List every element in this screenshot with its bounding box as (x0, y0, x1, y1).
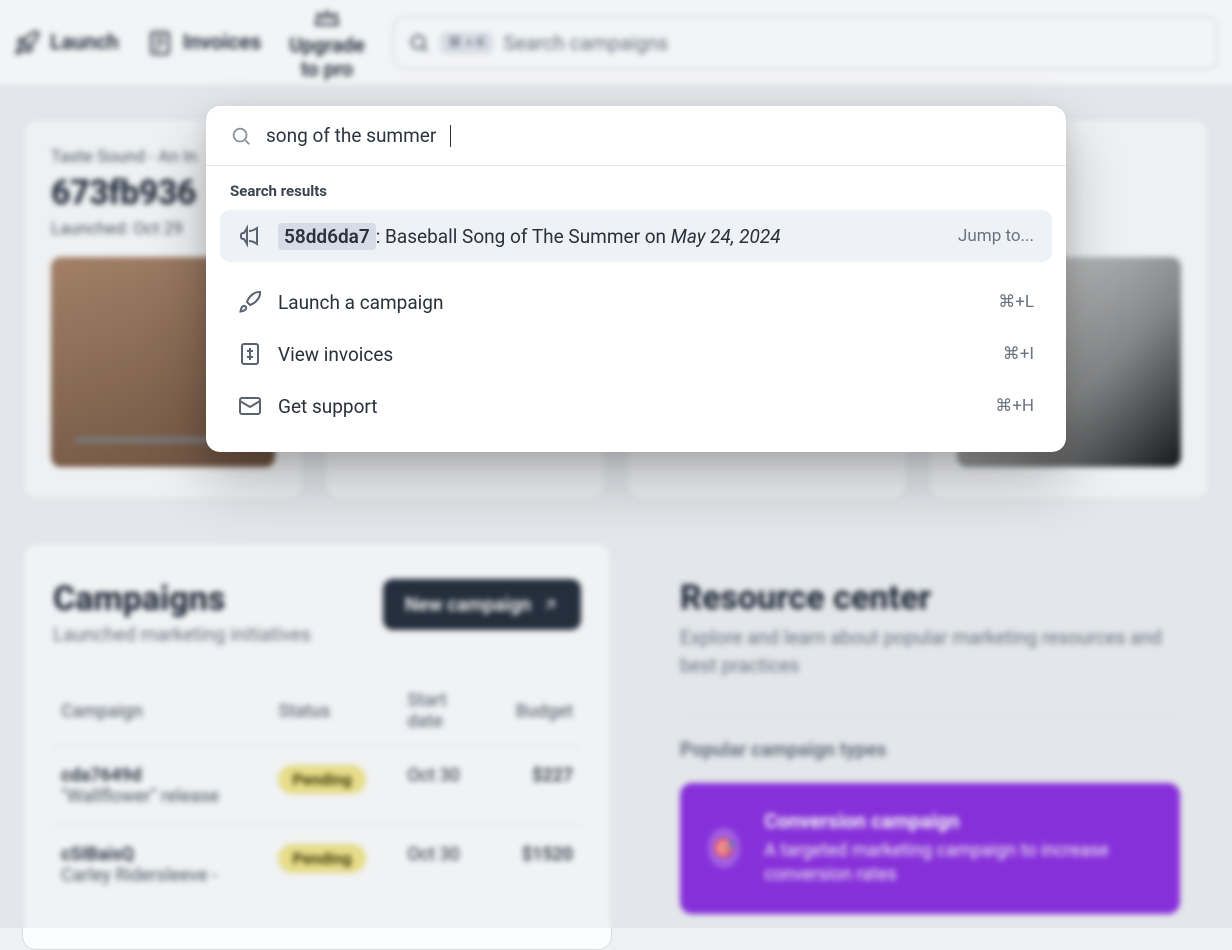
search-icon (230, 125, 252, 147)
palette-search-row[interactable]: song of the summer (206, 106, 1066, 166)
palette-query: song of the summer (266, 124, 436, 147)
rocket-icon (238, 290, 262, 314)
invoice-icon (238, 342, 262, 366)
result-code: 58dd6da7 (278, 223, 376, 250)
action-view-invoices[interactable]: View invoices ⌘+I (220, 328, 1052, 380)
megaphone-icon (238, 224, 262, 248)
action-shortcut: ⌘+L (998, 292, 1034, 312)
action-shortcut: ⌘+I (1003, 344, 1034, 364)
action-label: View invoices (278, 343, 393, 366)
action-label: Get support (278, 395, 378, 418)
search-result[interactable]: 58dd6da7: Baseball Song of The Summer on… (220, 210, 1052, 262)
action-label: Launch a campaign (278, 291, 443, 314)
results-heading: Search results (220, 182, 1052, 210)
command-palette: song of the summer Search results 58dd6d… (206, 106, 1066, 452)
mail-icon (238, 394, 262, 418)
action-launch-campaign[interactable]: Launch a campaign ⌘+L (220, 276, 1052, 328)
result-text: 58dd6da7: Baseball Song of The Summer on… (278, 225, 781, 248)
action-get-support[interactable]: Get support ⌘+H (220, 380, 1052, 432)
text-caret (450, 125, 451, 147)
jump-to-label: Jump to... (958, 226, 1034, 246)
action-shortcut: ⌘+H (995, 396, 1034, 416)
